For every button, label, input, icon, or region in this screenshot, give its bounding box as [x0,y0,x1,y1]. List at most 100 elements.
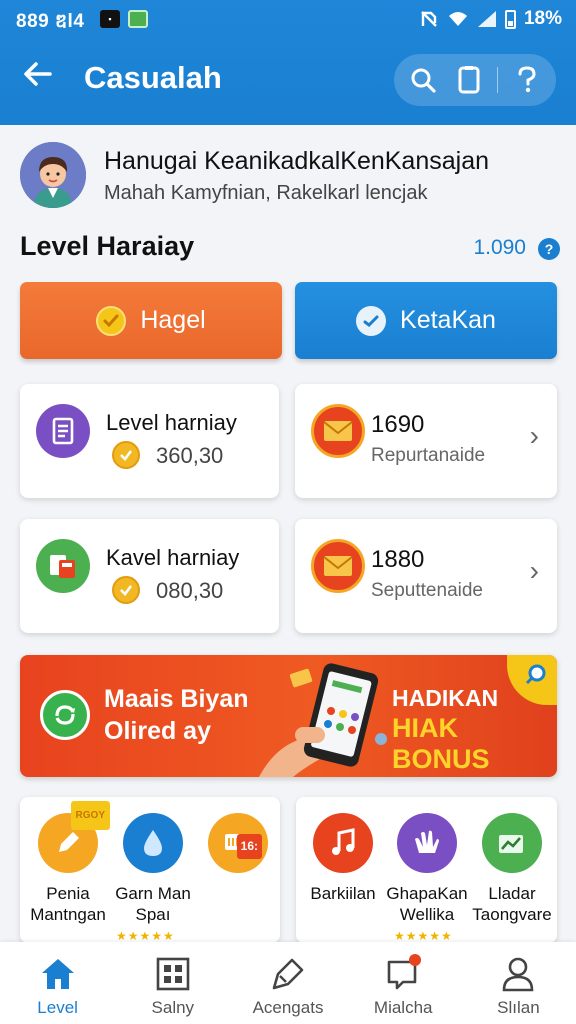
info-icon[interactable]: ? [538,238,560,260]
apps-card-left: RGOY Penia Mantngan Garn Man Spaı 16: ★★… [20,797,280,943]
profile-subtitle: Mahah Kamyfnian, Rakelkarl lencjak [104,182,428,204]
bottom-nav: Level Salny Acengats Mialcha Slılan [0,942,576,1024]
nav-level[interactable]: Level [0,942,115,1024]
nav-salny[interactable]: Salny [115,942,230,1024]
app-label: Penia [46,884,90,903]
water-drop-icon [123,813,183,873]
stat-value: 1880 [371,546,425,573]
check-badge-icon [96,305,127,336]
refresh-icon [40,690,90,740]
device-icon[interactable] [452,63,486,97]
mail-icon [311,404,365,458]
coin-icon [112,441,140,469]
app-tile[interactable]: Lladar Taongvare [470,813,554,925]
phone-in-hand-icon [259,663,387,777]
nav-label: Acengats [252,998,324,1017]
chart-check-icon [482,813,542,873]
stat-value: 1690 [371,411,425,438]
stat-label: Repurtanaide [371,445,486,466]
promo-banner[interactable]: Maais Biyan Olired ay HADIKAN HIAK BONUS [20,655,557,777]
battery-percent: 18% [523,8,562,29]
wifi-icon [448,12,467,26]
mail-icon [311,539,365,593]
app-label: Barkiilan [310,884,376,903]
banner-bonus: HIAK BONUS [392,713,490,774]
level-title: Level Haraiay [20,231,195,261]
app-tile[interactable]: Garn Man Spaı [110,813,196,925]
avatar[interactable] [20,142,86,208]
page-title: Casualah [84,60,222,95]
battery-icon [504,9,516,29]
music-note-icon [313,813,373,873]
wallet-icon: 16: [208,813,268,873]
app-label: GhapaKan [386,884,468,903]
primary-button[interactable]: Hagel [20,282,282,359]
nav-profile[interactable]: Slılan [461,942,576,1024]
cards-icon [36,539,90,593]
app-label: Lladar [488,884,536,903]
divider [497,67,499,93]
app-label: Taongvare [472,905,552,924]
stat-card[interactable]: 1690 Repurtanaide › [295,384,557,498]
app-label: Wellika [399,905,455,924]
app-tile[interactable]: 16: [198,813,278,883]
app-label: Spaı [135,905,171,924]
wallet-badge: 16: [236,834,262,859]
rating-stars: ★★★★★ [116,929,175,943]
user-icon [498,954,538,994]
check-icon [356,305,387,336]
rating-stars: ★★★★★ [394,929,453,943]
nav-acengats[interactable]: Acengats [230,942,345,1024]
search-badge-icon[interactable] [507,655,557,705]
nav-label: Salny [151,998,195,1017]
home-icon [38,954,78,994]
profile-name: Hanugai KeanikadkalKenKansajan [104,147,490,175]
edit-icon: RGOY [38,801,110,873]
banner-title: HADIKAN [392,685,499,711]
level-count: 1.090 [473,236,526,259]
nav-mialcha[interactable]: Mialcha [346,942,461,1024]
signal-icon [477,11,496,27]
status-right: 18% [419,8,562,30]
coin-icon [112,576,140,604]
secondary-button-label: KetaKan [400,306,496,334]
chevron-right-icon: › [529,555,539,586]
help-icon[interactable] [510,63,544,97]
banner-line-2: Olired ay [104,717,211,745]
app-label: Mantngan [30,905,106,924]
notification-icon: ▪ [100,10,120,28]
nav-label: Level [37,998,78,1017]
primary-button-label: Hagel [140,306,206,334]
banner-line-1: Maais Biyan [104,685,249,713]
search-icon[interactable] [406,63,440,97]
chevron-right-icon: › [529,420,539,451]
no-sim-icon [421,11,437,27]
apps-card-right: Barkiilan GhapaKan Wellika Lladar Taongv… [296,797,557,943]
document-icon [36,404,90,458]
stat-card[interactable]: 1880 Seputtenaide › [295,519,557,633]
nav-label: Slılan [497,998,540,1017]
grid-icon [153,954,193,994]
app-tile[interactable]: GhapaKan Wellika [386,813,468,925]
header-actions [394,54,556,106]
clapping-hands-icon [397,813,457,873]
stat-card[interactable]: Level harniay 360,30 [20,384,279,498]
stat-value: 360,30 [156,443,224,468]
message-notification-icon [128,10,148,28]
tag-icon [268,954,308,994]
nav-label: Mialcha [373,998,433,1017]
stat-label: Level harniay [106,410,237,435]
app-tile[interactable]: RGOY Penia Mantngan [28,801,110,925]
secondary-button[interactable]: KetaKan [295,282,557,359]
status-time: 889 ឌl4 [16,11,85,32]
back-arrow-icon[interactable] [18,58,58,98]
app-tile[interactable]: Barkiilan [302,813,384,904]
stat-label: Seputtenaide [371,580,483,601]
stat-card[interactable]: Kavel harniay 080,30 [20,519,279,633]
app-label: Garn Man [115,884,191,903]
stat-label: Kavel harniay [106,545,240,570]
app-header: 889 ឌl4 ▪ 18% Casualah [0,0,576,125]
stat-value: 080,30 [156,578,224,603]
chat-icon [383,954,423,994]
app-badge: RGOY [70,801,110,830]
